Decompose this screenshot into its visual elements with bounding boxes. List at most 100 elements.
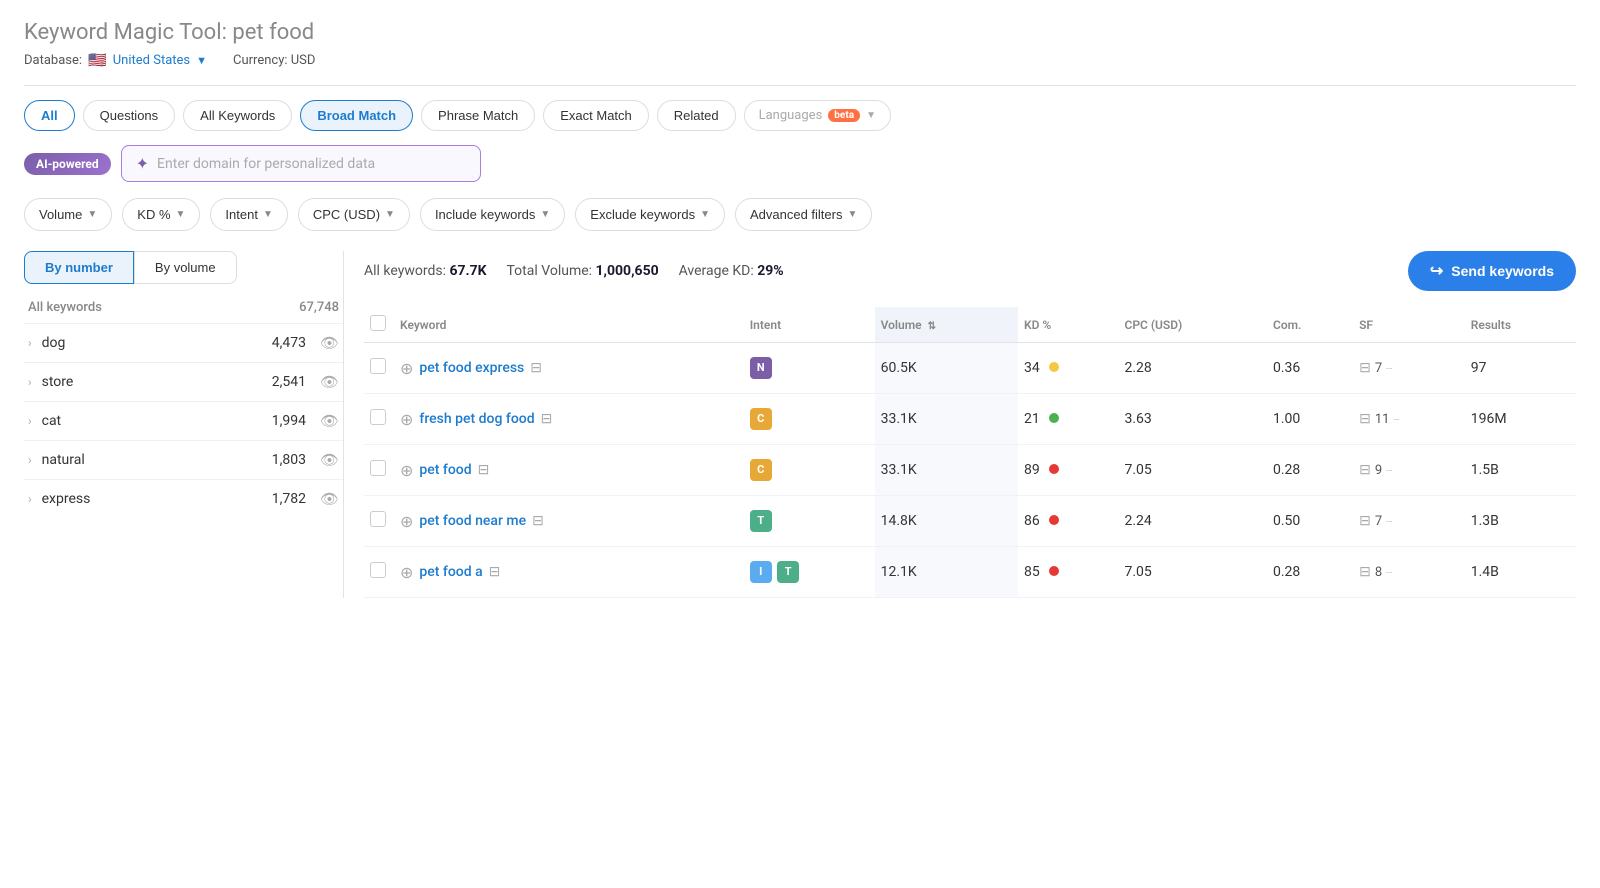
kd-cell: 86 [1018, 496, 1118, 547]
keyword-link[interactable]: ⊕ pet food ⊟ [400, 461, 738, 480]
header-divider [24, 85, 1576, 86]
sf-value: 7 [1375, 514, 1382, 529]
keyword-link[interactable]: ⊕ pet food near me ⊟ [400, 512, 738, 531]
tab-all[interactable]: All [24, 100, 75, 131]
keyword-cell: ⊕ pet food a ⊟ [394, 547, 744, 598]
select-all-checkbox[interactable] [370, 315, 386, 331]
table-header-row: Keyword Intent Volume ⇅ KD % CPC (USD) C… [364, 307, 1576, 343]
add-keyword-icon[interactable]: ⊕ [400, 461, 413, 480]
sidebar-item-cat[interactable]: › cat 1,994 👁 [24, 401, 343, 440]
eye-icon[interactable]: 👁 [320, 451, 339, 469]
chevron-down-icon[interactable]: ▼ [196, 54, 207, 67]
eye-icon[interactable]: 👁 [320, 373, 339, 391]
ai-input-wrapper[interactable]: ✦ Enter domain for personalized data [121, 145, 481, 182]
sidebar: By number By volume All keywords 67,748 … [24, 251, 344, 598]
db-country-link[interactable]: United States [113, 53, 190, 68]
col-checkbox [364, 307, 394, 343]
serp-icon[interactable]: ⊟ [541, 411, 553, 427]
send-arrow-icon: ↪ [1430, 261, 1443, 281]
chevron-right-icon: › [28, 336, 32, 350]
kd-dot-red [1049, 464, 1059, 474]
keyword-cell: ⊕ fresh pet dog food ⊟ [394, 394, 744, 445]
row-checkbox[interactable] [370, 409, 386, 425]
intent-cell: T [744, 496, 875, 547]
tab-broad-match[interactable]: Broad Match [300, 100, 413, 131]
tab-phrase-match[interactable]: Phrase Match [421, 100, 535, 131]
sidebar-scroll-area[interactable]: › dog 4,473 👁 › store 2,541 👁 › cat 1,99… [24, 323, 343, 518]
table-row: ⊕ pet food a ⊟ I T 12.1K 85 [364, 547, 1576, 598]
com-cell: 0.28 [1267, 445, 1353, 496]
add-keyword-icon[interactable]: ⊕ [400, 563, 413, 582]
send-keywords-button[interactable]: ↪ Send keywords [1408, 251, 1576, 291]
keyword-link[interactable]: ⊕ pet food express ⊟ [400, 359, 738, 378]
add-keyword-icon[interactable]: ⊕ [400, 359, 413, 378]
kd-filter[interactable]: KD % ▼ [122, 198, 200, 231]
keyword-link[interactable]: ⊕ pet food a ⊟ [400, 563, 738, 582]
ai-row: AI-powered ✦ Enter domain for personaliz… [24, 145, 1576, 182]
sidebar-tab-by-volume[interactable]: By volume [134, 251, 237, 284]
sidebar-col2-header: 67,748 [299, 300, 339, 315]
tab-all-keywords[interactable]: All Keywords [183, 100, 292, 131]
page-wrapper: Keyword Magic Tool: pet food Database: 🇺… [0, 0, 1600, 888]
kd-cell: 89 [1018, 445, 1118, 496]
sidebar-item-express[interactable]: › express 1,782 👁 [24, 479, 343, 518]
add-keyword-icon[interactable]: ⊕ [400, 410, 413, 429]
sf-value: 11 [1375, 412, 1390, 427]
eye-icon[interactable]: 👁 [320, 490, 339, 508]
keyword-link[interactable]: ⊕ fresh pet dog food ⊟ [400, 410, 738, 429]
exclude-keywords-filter[interactable]: Exclude keywords ▼ [575, 198, 725, 231]
row-checkbox[interactable] [370, 358, 386, 374]
keyword-text: pet food [419, 462, 471, 478]
intent-filter-label: Intent [225, 207, 258, 222]
tab-exact-match[interactable]: Exact Match [543, 100, 649, 131]
kd-dot-red [1049, 515, 1059, 525]
chevron-down-icon: ▼ [866, 110, 876, 121]
sidebar-item-dog[interactable]: › dog 4,473 👁 [24, 323, 343, 362]
sidebar-item-store[interactable]: › store 2,541 👁 [24, 362, 343, 401]
tab-languages[interactable]: Languages beta ▼ [744, 100, 891, 131]
row-checkbox[interactable] [370, 511, 386, 527]
eye-icon[interactable]: 👁 [320, 412, 339, 430]
intent-badge-c: C [750, 459, 772, 481]
chevron-right-icon: › [28, 414, 32, 428]
serp-icon[interactable]: ⊟ [530, 360, 542, 376]
ai-placeholder: Enter domain for personalized data [157, 156, 375, 172]
row-checkbox[interactable] [370, 562, 386, 578]
total-volume-summary: Total Volume: 1,000,650 [507, 263, 659, 279]
db-label: Database: [24, 53, 82, 68]
sidebar-item-natural[interactable]: › natural 1,803 👁 [24, 440, 343, 479]
tab-questions[interactable]: Questions [83, 100, 176, 131]
intent-filter[interactable]: Intent ▼ [210, 198, 287, 231]
col-results: Results [1465, 307, 1576, 343]
exclude-keywords-label: Exclude keywords [590, 207, 695, 222]
volume-filter[interactable]: Volume ▼ [24, 198, 112, 231]
serp-icon[interactable]: ⊟ [489, 564, 501, 580]
serp-icon[interactable]: ⊟ [532, 513, 544, 529]
include-keywords-filter[interactable]: Include keywords ▼ [420, 198, 565, 231]
table-row: ⊕ pet food express ⊟ N 60.5K 34 2.2 [364, 343, 1576, 394]
sf-value: 8 [1375, 565, 1382, 580]
add-keyword-icon[interactable]: ⊕ [400, 512, 413, 531]
eye-icon[interactable]: 👁 [320, 334, 339, 352]
advanced-filters-label: Advanced filters [750, 207, 843, 222]
serp-icon[interactable]: ⊟ [478, 462, 490, 478]
col-intent: Intent [744, 307, 875, 343]
kd-dot-red [1049, 566, 1059, 576]
sf-dashes: -- [1386, 362, 1392, 375]
tab-related[interactable]: Related [657, 100, 736, 131]
sidebar-tab-by-number[interactable]: By number [24, 251, 134, 284]
sort-icon[interactable]: ⇅ [928, 321, 936, 332]
col-keyword: Keyword [394, 307, 744, 343]
keyword-text: fresh pet dog food [419, 411, 534, 427]
row-checkbox[interactable] [370, 460, 386, 476]
results-cell: 1.4B [1465, 547, 1576, 598]
include-keywords-label: Include keywords [435, 207, 535, 222]
advanced-filters-btn[interactable]: Advanced filters ▼ [735, 198, 872, 231]
cpc-filter[interactable]: CPC (USD) ▼ [298, 198, 410, 231]
chevron-down-icon: ▼ [176, 209, 186, 220]
kd-dot-yellow [1049, 362, 1059, 372]
sf-icon: ⊟ [1359, 462, 1371, 478]
chevron-right-icon: › [28, 375, 32, 389]
volume-cell: 14.8K [875, 496, 1018, 547]
table-row: ⊕ pet food near me ⊟ T 14.8K 86 2.2 [364, 496, 1576, 547]
